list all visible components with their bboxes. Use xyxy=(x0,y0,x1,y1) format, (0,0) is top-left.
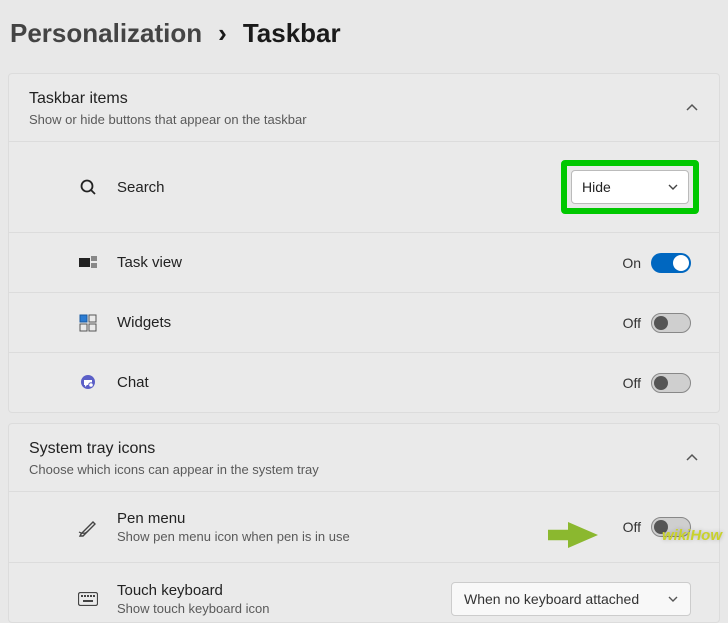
toggle-state: Off xyxy=(623,375,641,391)
section-title: Taskbar items xyxy=(29,90,699,108)
section-header[interactable]: Taskbar items Show or hide buttons that … xyxy=(9,74,719,141)
chevron-up-icon[interactable] xyxy=(685,101,699,115)
search-dropdown[interactable]: Hide xyxy=(571,170,689,204)
row-label: Touch keyboard xyxy=(117,582,451,599)
toggle-state: Off xyxy=(623,315,641,331)
section-taskbar-items: Taskbar items Show or hide buttons that … xyxy=(8,73,720,413)
breadcrumb-current: Taskbar xyxy=(243,18,341,49)
row-label: Widgets xyxy=(117,314,623,331)
section-subtitle: Show or hide buttons that appear on the … xyxy=(29,112,699,127)
section-subtitle: Choose which icons can appear in the sys… xyxy=(29,462,699,477)
breadcrumb: Personalization › Taskbar xyxy=(0,0,728,73)
row-label: Task view xyxy=(117,254,622,271)
taskview-icon xyxy=(73,256,103,270)
dropdown-value: Hide xyxy=(582,179,611,195)
row-touch-keyboard: Touch keyboard Show touch keyboard icon … xyxy=(9,562,719,622)
row-label: Search xyxy=(117,179,561,196)
section-system-tray: System tray icons Choose which icons can… xyxy=(8,423,720,623)
widgets-toggle[interactable] xyxy=(651,313,691,333)
touch-keyboard-dropdown[interactable]: When no keyboard attached xyxy=(451,582,691,616)
row-sublabel: Show pen menu icon when pen is in use xyxy=(117,529,623,544)
chevron-right-icon: › xyxy=(218,18,227,49)
row-label: Chat xyxy=(117,374,623,391)
chevron-down-icon xyxy=(668,182,678,192)
chevron-up-icon[interactable] xyxy=(685,451,699,465)
row-taskview: Task view On xyxy=(9,232,719,292)
chat-toggle[interactable] xyxy=(651,373,691,393)
keyboard-icon xyxy=(73,592,103,606)
row-pen-menu: Pen menu Show pen menu icon when pen is … xyxy=(9,491,719,562)
watermark: wikiHow xyxy=(662,527,722,544)
search-icon xyxy=(73,178,103,196)
highlight-box: Hide xyxy=(561,160,699,214)
breadcrumb-root[interactable]: Personalization xyxy=(10,18,202,49)
chat-icon xyxy=(73,374,103,392)
dropdown-value: When no keyboard attached xyxy=(464,591,639,607)
row-label: Pen menu xyxy=(117,510,623,527)
chevron-down-icon xyxy=(668,594,678,604)
toggle-state: On xyxy=(622,255,641,271)
taskview-toggle[interactable] xyxy=(651,253,691,273)
toggle-state: Off xyxy=(623,519,641,535)
widgets-icon xyxy=(73,314,103,332)
row-widgets: Widgets Off xyxy=(9,292,719,352)
pen-icon xyxy=(73,517,103,537)
section-title: System tray icons xyxy=(29,440,699,458)
row-search: Search Hide xyxy=(9,141,719,232)
row-sublabel: Show touch keyboard icon xyxy=(117,601,451,616)
section-header[interactable]: System tray icons Choose which icons can… xyxy=(9,424,719,491)
row-chat: Chat Off xyxy=(9,352,719,412)
